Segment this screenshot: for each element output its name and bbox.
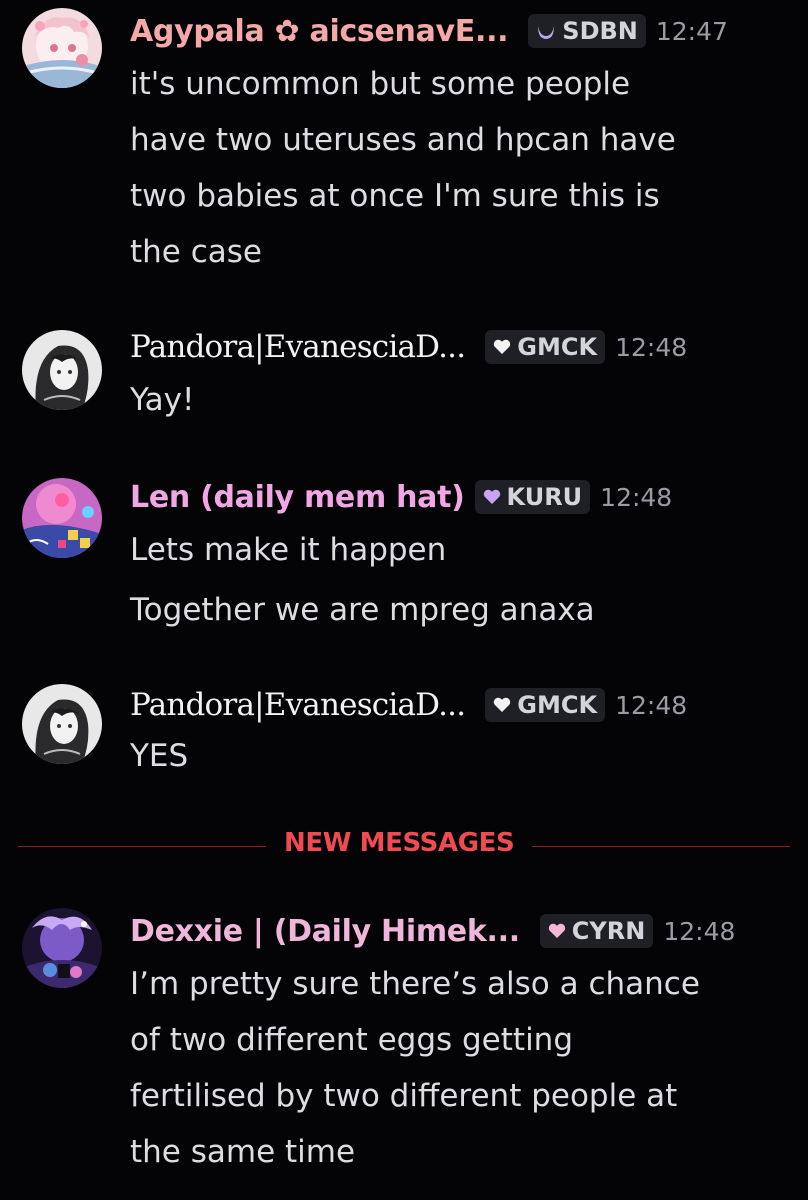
message-line: two babies at once I'm sure this is <box>130 178 660 214</box>
timestamp: 12:48 <box>615 690 688 720</box>
message-line: Together we are mpreg anaxa <box>130 592 595 628</box>
heart-icon <box>547 921 567 941</box>
message-line: I’m pretty sure there’s also a chance <box>130 966 700 1002</box>
avatar[interactable] <box>22 908 102 988</box>
message-line: have two uteruses and hpcan have <box>130 122 676 158</box>
message-line: Yay! <box>130 382 195 418</box>
author-name[interactable]: Pandora|EvanesciaD... <box>130 329 466 365</box>
author-name[interactable]: Len (daily mem hat) <box>130 480 465 515</box>
avatar[interactable] <box>22 8 102 88</box>
heart-icon <box>482 487 502 507</box>
author-name[interactable]: Agypala ✿ aicsenavE... <box>130 14 509 49</box>
author-name[interactable]: Dexxie | (Daily Himek... <box>130 914 520 949</box>
avatar[interactable] <box>22 478 102 558</box>
new-messages-label: NEW MESSAGES <box>266 828 533 858</box>
timestamp: 12:48 <box>663 916 736 946</box>
moon-icon <box>535 20 557 42</box>
avatar[interactable] <box>22 330 102 410</box>
heart-icon <box>492 337 512 357</box>
message-line: the same time <box>130 1134 356 1170</box>
timestamp: 12:48 <box>600 482 673 512</box>
guild-tag[interactable]: GMCK <box>485 688 606 722</box>
message-line: the case <box>130 234 262 270</box>
tag-label: GMCK <box>517 333 598 361</box>
guild-tag[interactable]: GMCK <box>485 330 606 364</box>
tag-label: SDBN <box>562 17 638 45</box>
avatar[interactable] <box>22 684 102 764</box>
message-line: Lets make it happen <box>130 532 447 568</box>
message-line: it's uncommon but some people <box>130 66 631 102</box>
tag-label: KURU <box>506 483 583 511</box>
timestamp: 12:47 <box>655 16 728 46</box>
tag-label: GMCK <box>517 691 598 719</box>
author-name[interactable]: Pandora|EvanesciaD... <box>130 687 466 723</box>
message-line: of two different eggs getting <box>130 1022 574 1058</box>
guild-tag[interactable]: SDBN <box>528 14 646 48</box>
guild-tag[interactable]: CYRN <box>539 914 654 948</box>
timestamp: 12:48 <box>615 332 688 362</box>
message-line: YES <box>130 738 189 774</box>
message-line: fertilised by two different people at <box>130 1078 678 1114</box>
heart-icon <box>492 695 512 715</box>
guild-tag[interactable]: KURU <box>474 480 591 514</box>
tag-label: CYRN <box>571 917 646 945</box>
